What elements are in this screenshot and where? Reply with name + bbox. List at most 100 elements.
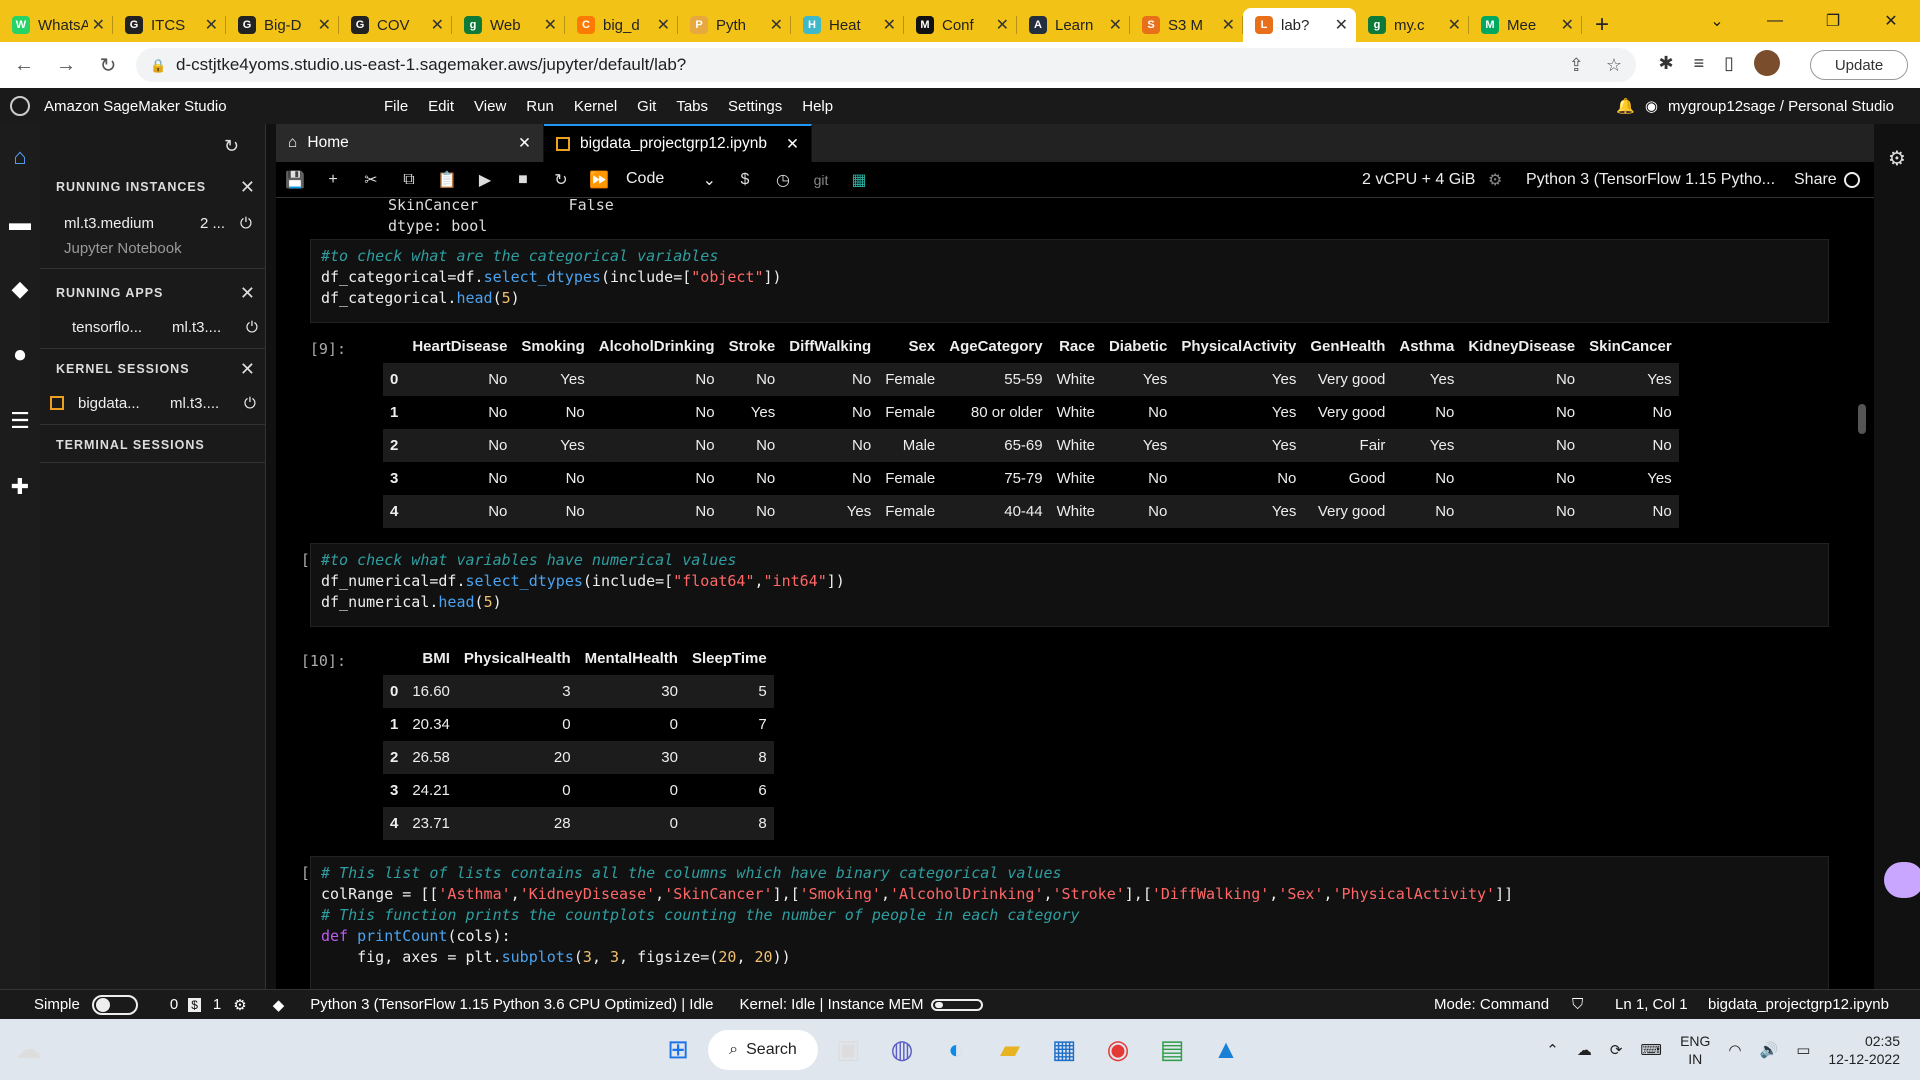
cell-type-select[interactable]: Code ⌄ [626,170,716,190]
browser-tab[interactable]: H Heat ✕ [791,8,904,42]
fast-forward-icon[interactable]: ⏩ [580,170,618,190]
close-tab-icon[interactable]: ✕ [92,15,105,35]
restart-icon[interactable]: ↻ [542,170,580,190]
cut-icon[interactable]: ✂ [352,170,390,190]
cell-11-code[interactable]: # This list of lists contains all the co… [310,856,1829,989]
keyboard-icon[interactable]: ⌨ [1640,1041,1662,1059]
instance-row[interactable]: ml.t3.medium 2 ... ⏻ [40,208,266,238]
close-tab-icon[interactable]: ✕ [770,15,783,35]
terminal-icon[interactable]: $ [726,171,764,189]
extensions-icon[interactable]: ✱ [1658,53,1673,74]
task-view-icon[interactable]: ▣ [824,1026,872,1074]
back-icon[interactable]: ← [6,47,42,83]
app-row[interactable]: tensorflo... ml.t3.... ⏻ [40,312,266,342]
close-tab-icon[interactable]: ✕ [318,15,331,35]
resources-indicator[interactable]: 2 vCPU + 4 GiB [1362,171,1475,189]
folder-icon[interactable]: ▬ [0,190,40,256]
edge-icon[interactable]: ◐ [932,1026,980,1074]
menu-item[interactable]: Git [637,98,656,115]
copy-icon[interactable]: ⧉ [390,171,428,189]
dollar-icon[interactable]: $ [188,997,201,1012]
close-tab-icon[interactable]: ✕ [996,15,1009,35]
close-instances-icon[interactable]: ✕ [240,177,255,198]
browser-tab[interactable]: Llab? ✕ [1243,8,1356,42]
excel-icon[interactable]: ▤ [1148,1026,1196,1074]
close-window-icon[interactable]: ✕ [1862,0,1920,42]
run-icon[interactable]: ▶ [466,170,504,190]
kernel-row[interactable]: bigdata... ml.t3.... ⏻ [40,388,266,418]
reading-list-icon[interactable]: ≡ [1694,53,1705,74]
paste-icon[interactable]: 📋 [428,170,466,190]
browser-tab[interactable]: G ITCS ✕ [113,8,226,42]
close-tab-icon[interactable]: ✕ [1109,15,1122,35]
photos-icon[interactable]: ▲ [1202,1026,1250,1074]
restore-icon[interactable]: ❐ [1804,0,1862,42]
notification-bell-icon[interactable]: 🔔 [1616,97,1635,115]
browser-tab[interactable]: G COV ✕ [339,8,452,42]
add-cell-icon[interactable]: + [314,171,352,189]
close-tab-icon[interactable]: ✕ [1561,15,1574,35]
gear-icon[interactable]: ⚙ [1488,170,1502,190]
menu-item[interactable]: Help [802,98,833,115]
cloud-sync-icon[interactable]: ☁ [1577,1041,1592,1059]
refresh-icon[interactable]: ↻ [224,136,239,157]
close-tab-icon[interactable]: ✕ [1448,15,1461,35]
url-field[interactable]: 🔒 d-cstjtke4yoms.studio.us-east-1.sagema… [136,48,1636,82]
file-explorer-icon[interactable]: ▰ [986,1026,1034,1074]
tab-notebook[interactable]: bigdata_projectgrp12.ipynb ✕ [544,124,812,162]
home-icon[interactable]: ⌂ [0,124,40,190]
property-inspector-icon[interactable]: ⚙ [1888,146,1906,171]
widgets-icon[interactable]: ☁ [4,1026,52,1074]
git-status-icon[interactable]: ◆ [273,996,285,1014]
git-diff-icon[interactable]: git [802,172,840,188]
menu-item[interactable]: Run [526,98,554,115]
browser-tab[interactable]: g my.c ✕ [1356,8,1469,42]
browser-tab[interactable]: S S3 M ✕ [1130,8,1243,42]
close-tab-icon[interactable]: ✕ [657,15,670,35]
chrome-icon[interactable]: ◉ [1094,1026,1142,1074]
browser-tab[interactable]: P Pyth ✕ [678,8,791,42]
close-tab-icon[interactable]: ✕ [1222,15,1235,35]
side-panel-icon[interactable]: ▯ [1724,53,1734,74]
close-tab-icon[interactable]: ✕ [786,135,799,154]
browser-tab[interactable]: Cbig_d ✕ [565,8,678,42]
battery-icon[interactable]: ▭ [1796,1041,1810,1059]
clock[interactable]: 02:35 12-12-2022 [1828,1032,1900,1068]
menu-item[interactable]: Tabs [676,98,708,115]
browser-tab[interactable]: A Learn ✕ [1017,8,1130,42]
wifi-icon[interactable]: ◠ [1728,1041,1741,1059]
menu-item[interactable]: Edit [428,98,454,115]
cell-9-code[interactable]: #to check what are the categorical varia… [310,239,1829,323]
browser-tab[interactable]: G Big-D ✕ [226,8,339,42]
menu-item[interactable]: Kernel [574,98,617,115]
sync-icon[interactable]: ⟳ [1610,1041,1623,1059]
shutdown-app-icon[interactable]: ⏻ [246,319,258,336]
taskbar-search[interactable]: ⌕ Search [708,1029,818,1070]
chat-bubble-icon[interactable] [1884,862,1920,898]
cell-10-code[interactable]: #to check what variables have numerical … [310,543,1829,627]
reload-icon[interactable]: ↻ [90,47,126,83]
bookmark-star-icon[interactable]: ☆ [1606,55,1622,76]
kernel-name-toolbar[interactable]: Python 3 (TensorFlow 1.15 Pytho... [1526,171,1775,189]
start-icon[interactable]: ⊞ [654,1026,702,1074]
chevron-up-icon[interactable]: ⌃ [1546,1041,1559,1059]
share-page-icon[interactable]: ⇪ [1569,55,1584,76]
stop-icon[interactable]: ■ [504,171,542,189]
close-apps-icon[interactable]: ✕ [240,283,255,304]
close-tab-icon[interactable]: ✕ [544,15,557,35]
table-of-contents-icon[interactable]: ☰ [0,388,40,454]
kernel-status-text[interactable]: Python 3 (TensorFlow 1.15 Python 3.6 CPU… [310,996,713,1013]
close-tab-icon[interactable]: ✕ [1335,15,1348,35]
chat-app-icon[interactable]: ◍ [878,1026,926,1074]
share-button[interactable]: Share [1794,171,1837,189]
browser-tab[interactable]: g Web ✕ [452,8,565,42]
menu-item[interactable]: View [474,98,506,115]
update-button[interactable]: Update [1810,50,1908,80]
shutdown-instance-icon[interactable]: ⏻ [240,215,252,232]
volume-icon[interactable]: 🔊 [1760,1041,1779,1059]
running-terminals-icon[interactable]: ⏺ [0,322,40,388]
close-tab-icon[interactable]: ✕ [205,15,218,35]
close-tab-icon[interactable]: ✕ [518,134,531,153]
browser-tab[interactable]: M Mee ✕ [1469,8,1582,42]
extensions-puzzle-icon[interactable]: ✚ [0,454,40,520]
